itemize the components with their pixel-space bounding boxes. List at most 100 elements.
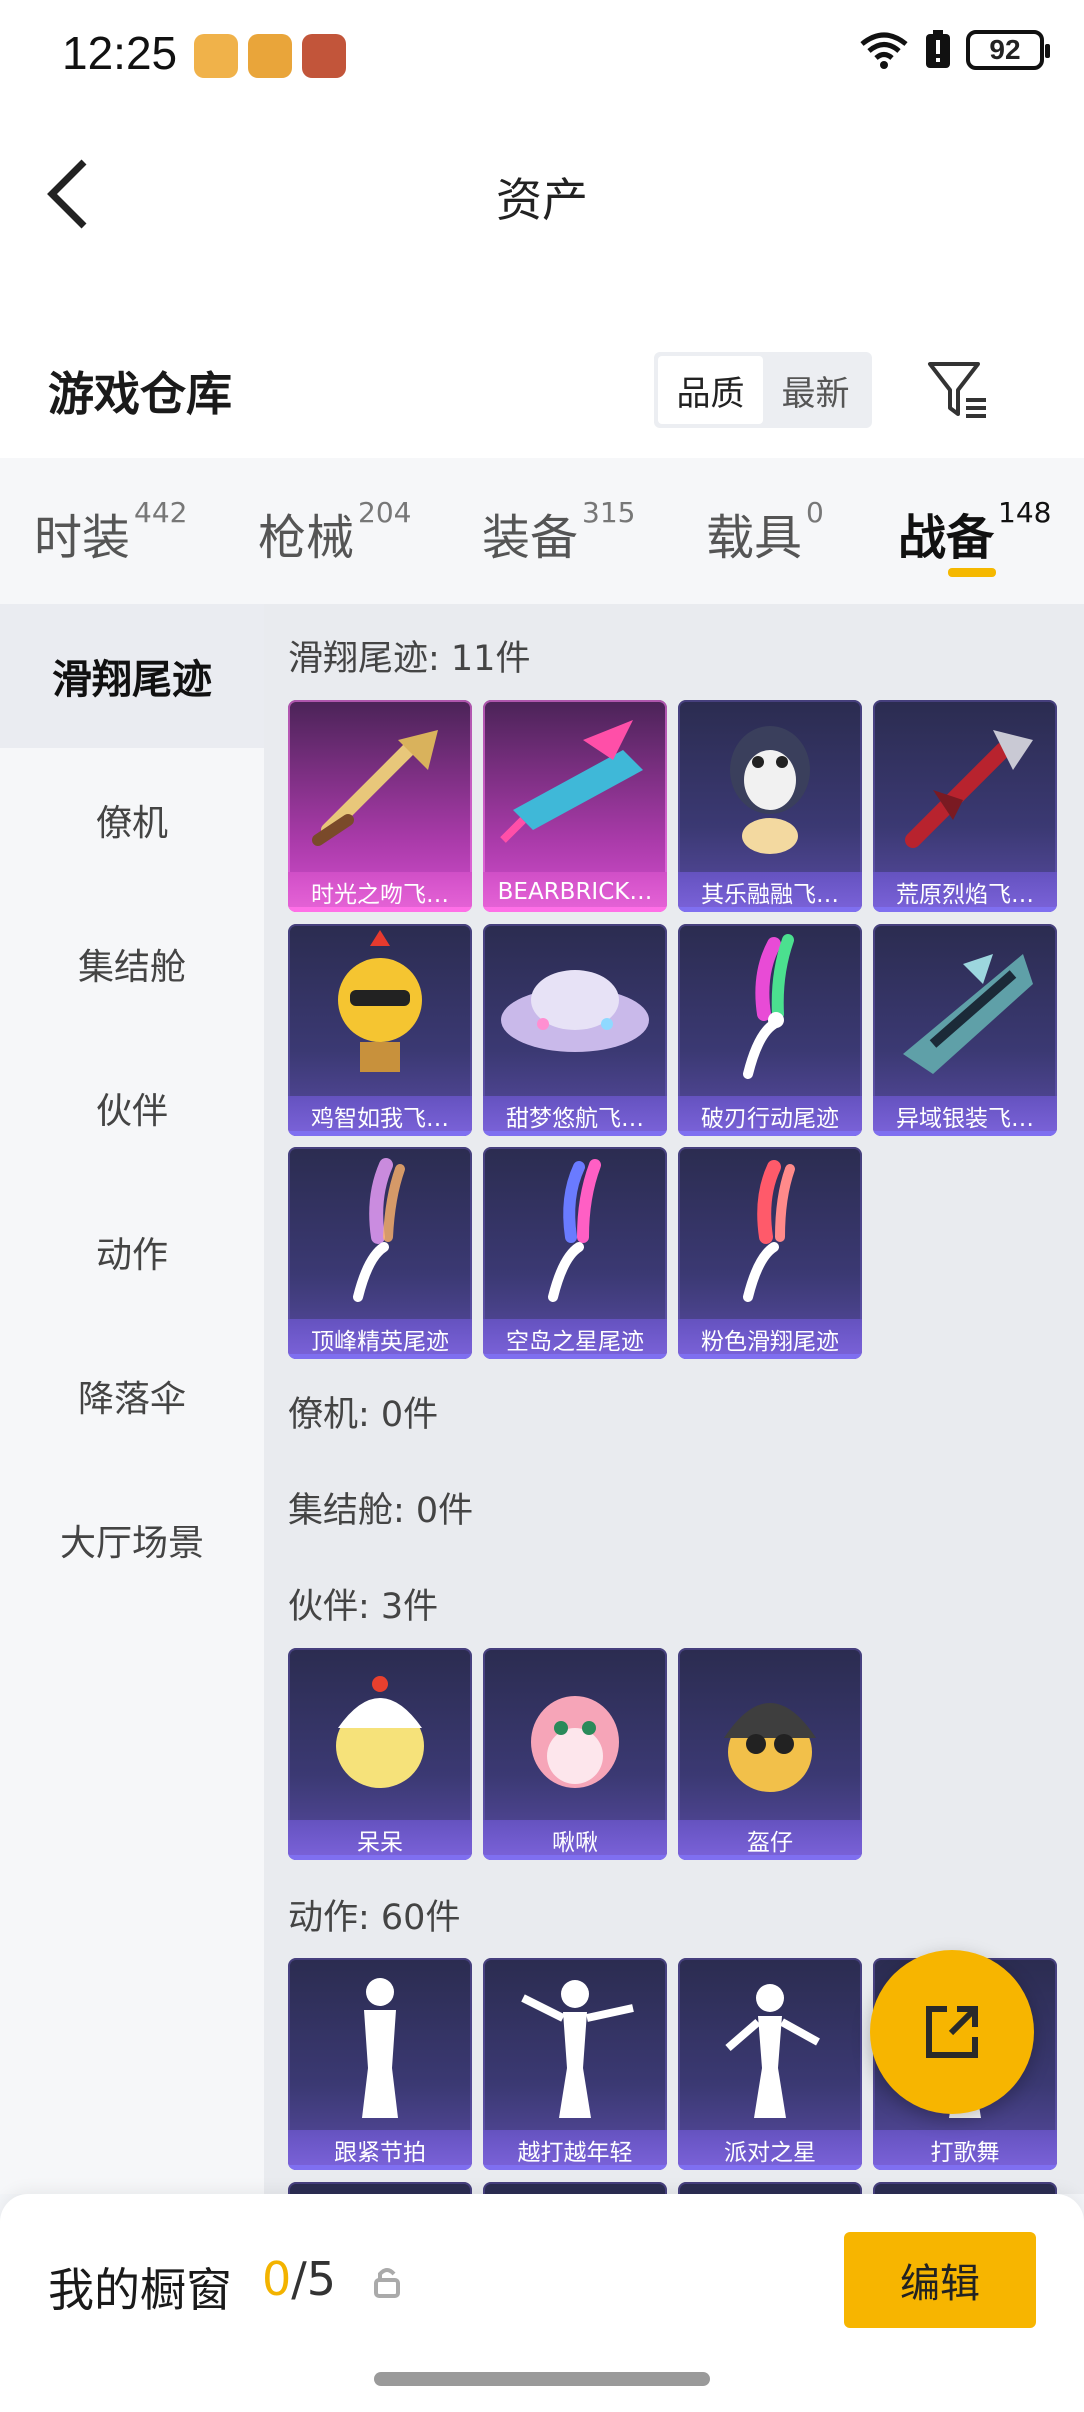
rarity-bar [288, 1354, 472, 1359]
sort-quality-option[interactable]: 品质 [658, 356, 763, 424]
sidebar: 滑翔尾迹 僚机 集结舱 伙伴 动作 降落伞 大厅场景 [0, 604, 264, 2194]
item-card[interactable]: 异域银装飞… [873, 924, 1057, 1136]
item-card[interactable]: 粉色滑翔尾迹 [678, 1147, 862, 1359]
rarity-bar [288, 1855, 472, 1860]
trail-smoke-icon [353, 1158, 405, 1302]
tab-count: 442 [134, 496, 188, 529]
battery-alert-icon [926, 30, 950, 68]
home-indicator[interactable] [374, 2372, 710, 2386]
section-title-glide-trail: 滑翔尾迹: 11件 [288, 639, 531, 679]
tab-vehicles[interactable]: 载具 0 [706, 496, 824, 568]
sidebar-item-emote[interactable]: 动作 [0, 1180, 264, 1324]
item-name: 打歌舞 [873, 2130, 1057, 2170]
sidebar-item-wingman[interactable]: 僚机 [0, 748, 264, 892]
item-name: 异域银装飞… [873, 1096, 1057, 1136]
sidebar-item-companion[interactable]: 伙伴 [0, 1036, 264, 1180]
wifi-icon [860, 32, 908, 69]
item-card[interactable]: 跟紧节拍 [288, 1958, 472, 2170]
item-name: 时光之吻飞… [288, 872, 472, 912]
sidebar-item-glide-trail[interactable]: 滑翔尾迹 [0, 604, 264, 748]
rarity-bar [678, 907, 862, 912]
tab-count: 148 [998, 496, 1052, 529]
item-card[interactable]: 甜梦悠航飞… [483, 924, 667, 1136]
battery-level: 92 [966, 30, 1050, 70]
rarity-bar [873, 2165, 1057, 2170]
glider-art-icon [905, 730, 1033, 848]
showcase-current: 0 [262, 2252, 292, 2306]
dancer-figure-icon [362, 1978, 398, 2118]
item-card[interactable]: 呆呆 [288, 1648, 472, 1860]
item-card[interactable]: 越打越年轻 [483, 1958, 667, 2170]
item-card[interactable]: 顶峰精英尾迹 [288, 1147, 472, 1359]
item-card[interactable]: 啾啾 [483, 1648, 667, 1860]
item-card[interactable]: 鸡智如我飞… [288, 924, 472, 1136]
tab-fashion[interactable]: 时装 442 [34, 496, 188, 568]
glider-art-icon [500, 720, 643, 843]
item-card[interactable]: 其乐融融飞… [678, 700, 862, 912]
tab-guns[interactable]: 枪械 204 [258, 496, 412, 568]
showcase-total: /5 [291, 2252, 337, 2306]
nav-bar: 资产 [0, 112, 1084, 272]
rarity-bar [483, 1855, 667, 1860]
item-card[interactable]: 空岛之星尾迹 [483, 1147, 667, 1359]
showcase-count: 0/5 [262, 2252, 336, 2306]
item-card[interactable] [678, 2182, 862, 2194]
item-card[interactable]: 时光之吻飞… [288, 700, 472, 912]
section-title-emote: 动作: 60件 [288, 1898, 461, 1938]
rarity-bar [678, 1131, 862, 1136]
tab-label: 装备 [482, 510, 579, 566]
showcase-bar: 我的橱窗 0/5 编辑 [0, 2194, 1084, 2412]
item-card[interactable] [288, 2182, 472, 2194]
item-card[interactable]: 盔仔 [678, 1648, 862, 1860]
item-name: 破刃行动尾迹 [678, 1096, 862, 1136]
status-icons: 92 [858, 30, 1050, 70]
rarity-bar [288, 1131, 472, 1136]
item-name: 荒原烈焰飞… [873, 872, 1057, 912]
sort-toggle: 品质 最新 [654, 352, 872, 428]
item-card[interactable]: 派对之星 [678, 1958, 862, 2170]
rarity-bar [288, 2165, 472, 2170]
rarity-bar [678, 1855, 862, 1860]
showcase-title: 我的橱窗 [48, 2263, 232, 2317]
tab-count: 0 [806, 496, 824, 529]
share-external-icon [926, 2006, 978, 2058]
filter-icon[interactable] [926, 358, 990, 422]
category-tabs: 时装 442 枪械 204 装备 315 载具 0 战备 148 [0, 458, 1084, 604]
tab-battle-prep[interactable]: 战备 148 [898, 496, 1052, 568]
bird-companion-icon [531, 1696, 619, 1788]
edit-button[interactable]: 编辑 [844, 2232, 1036, 2328]
penguin-glider-icon [730, 726, 810, 854]
rarity-bar [483, 2165, 667, 2170]
item-card[interactable]: 破刃行动尾迹 [678, 924, 862, 1136]
item-card[interactable] [483, 2182, 667, 2194]
app-notification-icon [248, 34, 292, 78]
section-title-rally-pod: 集结舱: 0件 [288, 1491, 474, 1531]
tab-equipment[interactable]: 装备 315 [482, 496, 635, 568]
trail-smoke-icon [548, 1159, 601, 1302]
item-name: 鸡智如我飞… [288, 1096, 472, 1136]
share-button[interactable] [870, 1950, 1034, 2114]
app-notification-icon [302, 34, 346, 78]
tab-label: 时装 [34, 510, 131, 566]
dancer-figure-icon [725, 1984, 820, 2118]
trail-smoke-icon [743, 934, 794, 1079]
item-name: 呆呆 [288, 1820, 472, 1860]
item-name: 盔仔 [678, 1820, 862, 1860]
item-name: 粉色滑翔尾迹 [678, 1319, 862, 1359]
assets-page: 12:25 92 资产 游戏仓库 品质 最新 时装 442 枪械 204 装备 … [0, 0, 1084, 2412]
sidebar-item-lobby-scene[interactable]: 大厅场景 [0, 1468, 264, 1612]
sort-newest-option[interactable]: 最新 [763, 356, 868, 424]
item-card[interactable] [873, 2182, 1057, 2194]
dancer-figure-icon [521, 1980, 634, 2118]
item-card[interactable]: 荒原烈焰飞… [873, 700, 1057, 912]
tab-count: 204 [358, 496, 412, 529]
item-name: 跟紧节拍 [288, 2130, 472, 2170]
item-card[interactable]: BEARBRICK… [483, 700, 667, 912]
section-title-wingman: 僚机: 0件 [288, 1395, 439, 1435]
sidebar-item-rally-pod[interactable]: 集结舱 [0, 892, 264, 1036]
ufo-glider-icon [501, 970, 649, 1052]
item-name: 派对之星 [678, 2130, 862, 2170]
trail-smoke-icon [743, 1160, 795, 1302]
glider-art-icon [903, 954, 1033, 1074]
sidebar-item-parachute[interactable]: 降落伞 [0, 1324, 264, 1468]
